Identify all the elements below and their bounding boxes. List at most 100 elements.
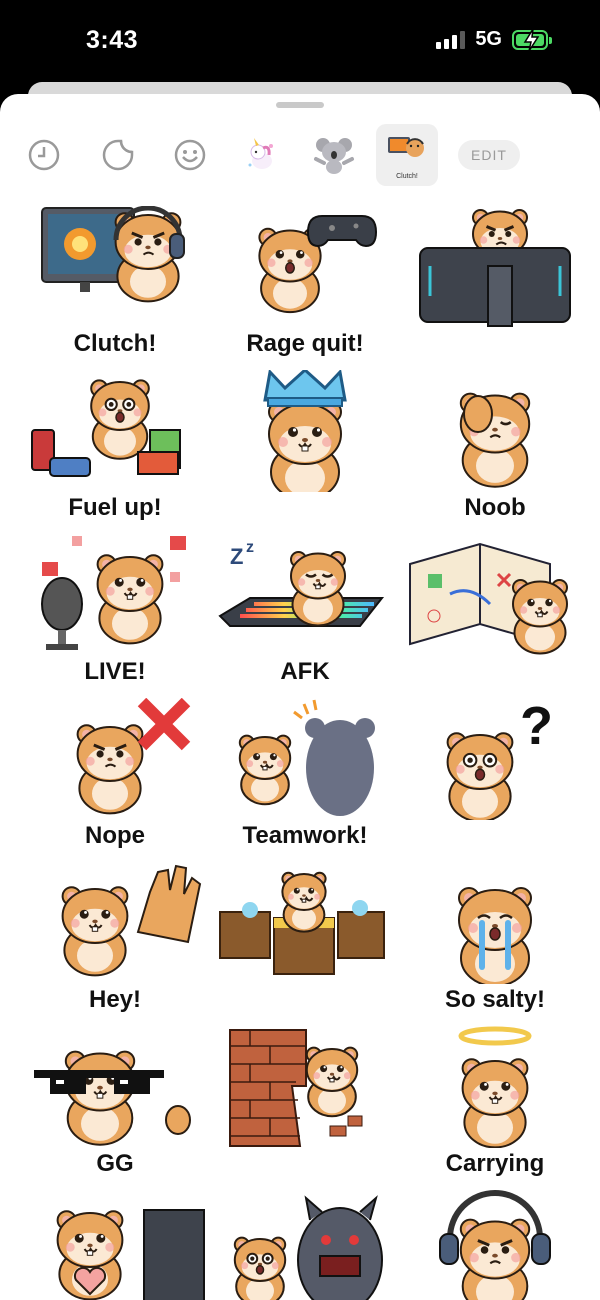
sticker-caption: Hey! [88, 986, 142, 1013]
sticker-hamster-throwing-controller[interactable]: Rage quit! [210, 206, 400, 366]
hamster-figure [461, 1058, 529, 1148]
hamster-figure [64, 1050, 136, 1146]
battery-charging-icon [512, 28, 552, 51]
svg-text:?: ? [520, 698, 553, 756]
sticker-hamster-refusing-with-x[interactable]: Nope [20, 698, 210, 858]
sticker-art [76, 698, 191, 815]
tab-emoji[interactable] [162, 126, 218, 184]
sticker-hamster-angry-with-headset[interactable] [400, 1190, 590, 1300]
sticker-hamster-in-treasure-chest[interactable] [210, 862, 400, 1022]
sticker-caption: Nope [85, 822, 145, 849]
sticker-caption: LIVE! [84, 658, 146, 685]
status-bar: 3:43 5G [0, 0, 600, 86]
pixel-crown-icon [263, 370, 347, 407]
sticker-hamster-streaming-with-mic[interactable]: LIVE! [20, 534, 210, 694]
sticker-art [238, 699, 375, 816]
tab-hamster-gamer-pack[interactable]: Clutch! [376, 124, 438, 186]
thumbs-up-icon [165, 1105, 191, 1135]
edit-button[interactable]: EDIT [458, 140, 520, 170]
hamster-figure [268, 401, 342, 492]
pixel-x-icon [137, 698, 191, 751]
monitor-icon [143, 1209, 205, 1300]
paw-on-face-icon [463, 395, 493, 433]
status-time: 3:43 [86, 26, 139, 54]
network-type: 5G [475, 28, 502, 50]
sticker-art [409, 542, 568, 655]
microphone-icon [41, 577, 83, 650]
svg-text:Z: Z [230, 544, 243, 569]
hamster-figure [114, 212, 182, 303]
question-mark-icon: ? [520, 698, 553, 756]
waving-paw-icon [136, 864, 202, 944]
sticker-hamster-with-energy-drinks[interactable]: Fuel up! [20, 370, 210, 530]
sticker-hamster-facepalm[interactable]: Noob [400, 370, 590, 530]
sticker-art [56, 1209, 205, 1300]
sticker-art [219, 871, 385, 975]
sticker-caption: GG [96, 1150, 134, 1177]
sticker-art [419, 209, 571, 327]
hamster-figure [238, 734, 292, 806]
active-pack-label: Clutch! [396, 173, 418, 180]
tab-unicorn-pack[interactable] [234, 126, 290, 184]
sticker-hamster-confused-question-mark[interactable]: ? [400, 698, 590, 858]
sticker-art [41, 536, 186, 650]
sticker-tab-bar: Clutch! EDIT [0, 124, 600, 188]
sticker-caption: Fuel up! [68, 494, 162, 521]
sticker-hamster-high-five[interactable]: Teamwork! [210, 698, 400, 858]
sticker-art [31, 379, 181, 477]
sticker-hamster-with-halo[interactable]: Carrying [400, 1026, 590, 1186]
sticker-hamster-wearing-pixel-crown[interactable] [210, 370, 400, 530]
tab-recent[interactable] [16, 126, 72, 184]
cellular-signal-icon [436, 30, 466, 49]
hamster-figure [459, 1218, 531, 1300]
sticker-caption: So salty! [444, 986, 546, 1013]
sticker-art [229, 1029, 363, 1147]
sticker-icon [102, 139, 134, 171]
hamster-figure [305, 1046, 359, 1118]
unicorn-sticker-pack-icon [248, 138, 273, 169]
hamster-figure [61, 886, 129, 977]
shadow-teammate-icon [293, 699, 375, 816]
sticker-caption: Clutch! [73, 330, 157, 357]
hamster-figure [446, 732, 514, 820]
svg-text:z: z [246, 539, 254, 556]
sticker-art [263, 370, 347, 492]
sticker-art [233, 1195, 383, 1300]
sticker-caption: Rage quit! [246, 330, 364, 357]
sticker-hamster-with-pixel-sunglasses[interactable]: GG [20, 1026, 210, 1186]
pixel-monster-icon [297, 1195, 383, 1300]
tab-koala-pack[interactable] [306, 126, 362, 184]
sticker-hamster-sleeping-on-keyboard[interactable]: Zz AFK [210, 534, 400, 694]
sticker-art [41, 206, 185, 303]
emoji-smile-icon [174, 139, 206, 171]
sheet-grabber[interactable] [276, 102, 324, 108]
halo-icon [458, 1026, 532, 1046]
hamster-figure [281, 871, 327, 933]
sticker-hamster-heart-hands-monitor[interactable] [20, 1190, 210, 1300]
sticker-sheet: Clutch! EDIT Clutch! Rage quit! Fuel up!… [0, 94, 600, 1300]
sticker-art [258, 215, 378, 314]
sticker-art [34, 1050, 191, 1146]
sticker-hamster-gaming-at-monitor[interactable]: Clutch! [20, 206, 210, 366]
sticker-hamster-breaking-brick-wall[interactable] [210, 1026, 400, 1186]
zzz-icon: Zz [230, 539, 254, 569]
sticker-art: Zz [218, 539, 385, 627]
sticker-hamster-waving[interactable]: Hey! [20, 862, 210, 1022]
sticker-caption: Noob [464, 494, 526, 521]
tab-stickers[interactable] [90, 126, 146, 184]
game-controller-icon [306, 215, 378, 248]
hamster-figure [233, 1236, 287, 1300]
hamster-figure [96, 554, 164, 645]
monitor-icon [419, 247, 571, 327]
sticker-hamster-peeking-over-monitor[interactable] [400, 206, 590, 366]
sticker-hamster-scared-by-monster[interactable] [210, 1190, 400, 1300]
hamster-figure [512, 579, 568, 655]
hamster-figure [76, 724, 144, 815]
sticker-art: ? [446, 698, 553, 820]
sticker-hamster-crying[interactable]: So salty! [400, 862, 590, 1022]
hamster-figure [290, 551, 346, 627]
sticker-caption: AFK [280, 658, 330, 685]
hamster-figure [458, 887, 532, 984]
sticker-art [459, 392, 531, 488]
sticker-hamster-reading-strategy-book[interactable] [400, 534, 590, 694]
